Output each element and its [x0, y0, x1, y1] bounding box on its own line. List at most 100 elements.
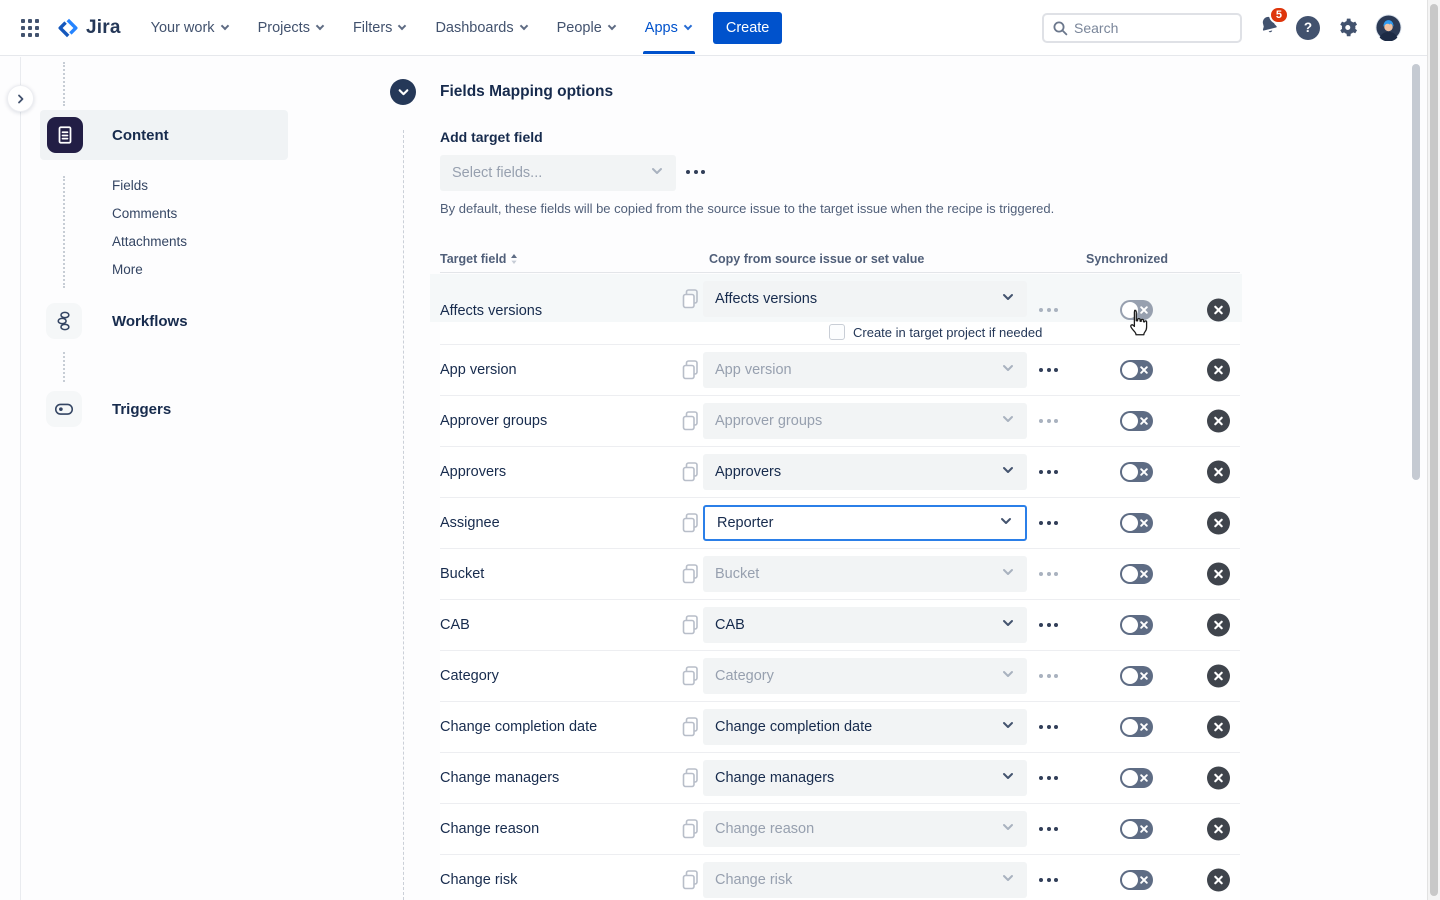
nav-item-dashboards[interactable]: Dashboards	[435, 17, 526, 39]
remove-field-button[interactable]	[1207, 359, 1230, 382]
help-button[interactable]: ?	[1296, 16, 1320, 40]
content-scrollbar-thumb[interactable]	[1412, 64, 1420, 480]
trigger-toggle-icon[interactable]	[46, 391, 82, 427]
synchronized-toggle[interactable]	[1120, 513, 1153, 533]
page-scrollbar-track[interactable]	[1427, 0, 1440, 900]
app-switcher-icon[interactable]	[14, 12, 46, 44]
source-value-select[interactable]: Change reason	[703, 811, 1027, 847]
synchronized-toggle[interactable]	[1120, 360, 1153, 380]
jira-logo[interactable]: Jira	[56, 16, 121, 40]
nav-item-people[interactable]: People	[557, 17, 615, 39]
source-value-select[interactable]: Reporter	[703, 505, 1027, 541]
more-options-button[interactable]	[1039, 725, 1058, 729]
source-value-select[interactable]: Affects versions	[703, 281, 1027, 317]
copy-icon-button[interactable]	[681, 411, 700, 432]
workflow-icon[interactable]	[46, 303, 82, 339]
copy-icon-button[interactable]	[681, 564, 700, 585]
remove-field-button[interactable]	[1207, 461, 1230, 484]
more-options-button[interactable]	[1039, 827, 1058, 831]
remove-field-button[interactable]	[1207, 665, 1230, 688]
more-options-button[interactable]	[1039, 368, 1058, 372]
more-options-button[interactable]	[1039, 623, 1058, 627]
create-button[interactable]: Create	[713, 12, 783, 44]
source-value-select[interactable]: Approvers	[703, 454, 1027, 490]
add-field-more-options-button[interactable]	[686, 170, 705, 174]
copy-icon-button[interactable]	[681, 513, 700, 534]
source-value-select[interactable]: Change managers	[703, 760, 1027, 796]
copy-icon-button[interactable]	[681, 360, 700, 381]
sidebar-subitem-attachments[interactable]: Attachments	[112, 234, 187, 249]
source-value-select[interactable]: Category	[703, 658, 1027, 694]
field-mapping-row: Bucket Bucket	[440, 549, 1240, 600]
sidebar-label-workflows[interactable]: Workflows	[112, 313, 188, 330]
more-options-button[interactable]	[1039, 674, 1058, 678]
more-options-button[interactable]	[1039, 878, 1058, 882]
source-value-select[interactable]: Change completion date	[703, 709, 1027, 745]
remove-field-button[interactable]	[1207, 716, 1230, 739]
source-value-select[interactable]: CAB	[703, 607, 1027, 643]
add-field-select[interactable]: Select fields...	[440, 155, 676, 191]
select-value: Bucket	[715, 566, 1001, 582]
synchronized-toggle[interactable]	[1120, 717, 1153, 737]
more-options-button[interactable]	[1039, 419, 1058, 423]
synchronized-toggle[interactable]	[1120, 666, 1153, 686]
source-value-select[interactable]: Bucket	[703, 556, 1027, 592]
sidebar-subitem-fields[interactable]: Fields	[112, 178, 148, 193]
target-field-name: Change risk	[440, 872, 517, 888]
copy-icon-button[interactable]	[681, 462, 700, 483]
user-avatar[interactable]	[1375, 14, 1402, 41]
copy-icon-button[interactable]	[681, 289, 700, 310]
nav-item-your-work[interactable]: Your work	[151, 17, 228, 39]
sidebar-label-content[interactable]: Content	[112, 127, 169, 144]
chevron-down-icon	[1001, 871, 1015, 890]
more-options-button[interactable]	[1039, 470, 1058, 474]
expand-sidebar-button[interactable]	[7, 85, 34, 112]
remove-field-button[interactable]	[1207, 614, 1230, 637]
more-options-button[interactable]	[1039, 521, 1058, 525]
remove-field-button[interactable]	[1207, 512, 1230, 535]
copy-icon-button[interactable]	[681, 768, 700, 789]
remove-field-button[interactable]	[1207, 410, 1230, 433]
source-value-select[interactable]: Change risk	[703, 862, 1027, 898]
create-in-target-checkbox[interactable]	[829, 324, 845, 340]
synchronized-toggle[interactable]	[1120, 300, 1153, 320]
collapse-section-button[interactable]	[390, 79, 416, 105]
nav-item-projects[interactable]: Projects	[258, 17, 323, 39]
notifications-button[interactable]: 5	[1258, 14, 1280, 41]
copy-icon-button[interactable]	[681, 717, 700, 738]
sidebar-subitem-comments[interactable]: Comments	[112, 206, 177, 221]
more-options-button[interactable]	[1039, 308, 1058, 312]
synchronized-toggle[interactable]	[1120, 564, 1153, 584]
copy-icon-button[interactable]	[681, 819, 700, 840]
sidebar-subitem-more[interactable]: More	[112, 262, 143, 277]
source-value-select[interactable]: Approver groups	[703, 403, 1027, 439]
column-header-target-field[interactable]: Target field	[440, 252, 518, 266]
copy-icon-button[interactable]	[681, 666, 700, 687]
select-value: Approvers	[715, 464, 1001, 480]
settings-button[interactable]	[1336, 16, 1359, 39]
more-options-button[interactable]	[1039, 572, 1058, 576]
remove-field-button[interactable]	[1207, 563, 1230, 586]
synchronized-toggle[interactable]	[1120, 870, 1153, 890]
page-scrollbar-thumb[interactable]	[1430, 4, 1438, 896]
remove-field-button[interactable]	[1207, 299, 1230, 322]
copy-icon-button[interactable]	[681, 615, 700, 636]
remove-field-button[interactable]	[1207, 767, 1230, 790]
synchronized-toggle[interactable]	[1120, 819, 1153, 839]
remove-field-button[interactable]	[1207, 818, 1230, 841]
copy-icon-button[interactable]	[681, 870, 700, 891]
search-box[interactable]	[1042, 13, 1242, 43]
x-icon	[1214, 570, 1223, 579]
synchronized-toggle[interactable]	[1120, 411, 1153, 431]
nav-item-apps[interactable]: Apps	[645, 17, 691, 39]
synchronized-toggle[interactable]	[1120, 615, 1153, 635]
more-options-button[interactable]	[1039, 776, 1058, 780]
chevron-down-icon	[1001, 290, 1015, 309]
sidebar-label-triggers[interactable]: Triggers	[112, 401, 171, 418]
source-value-select[interactable]: App version	[703, 352, 1027, 388]
remove-field-button[interactable]	[1207, 869, 1230, 892]
synchronized-toggle[interactable]	[1120, 462, 1153, 482]
search-input[interactable]	[1074, 20, 1214, 36]
synchronized-toggle[interactable]	[1120, 768, 1153, 788]
nav-item-filters[interactable]: Filters	[353, 17, 405, 39]
